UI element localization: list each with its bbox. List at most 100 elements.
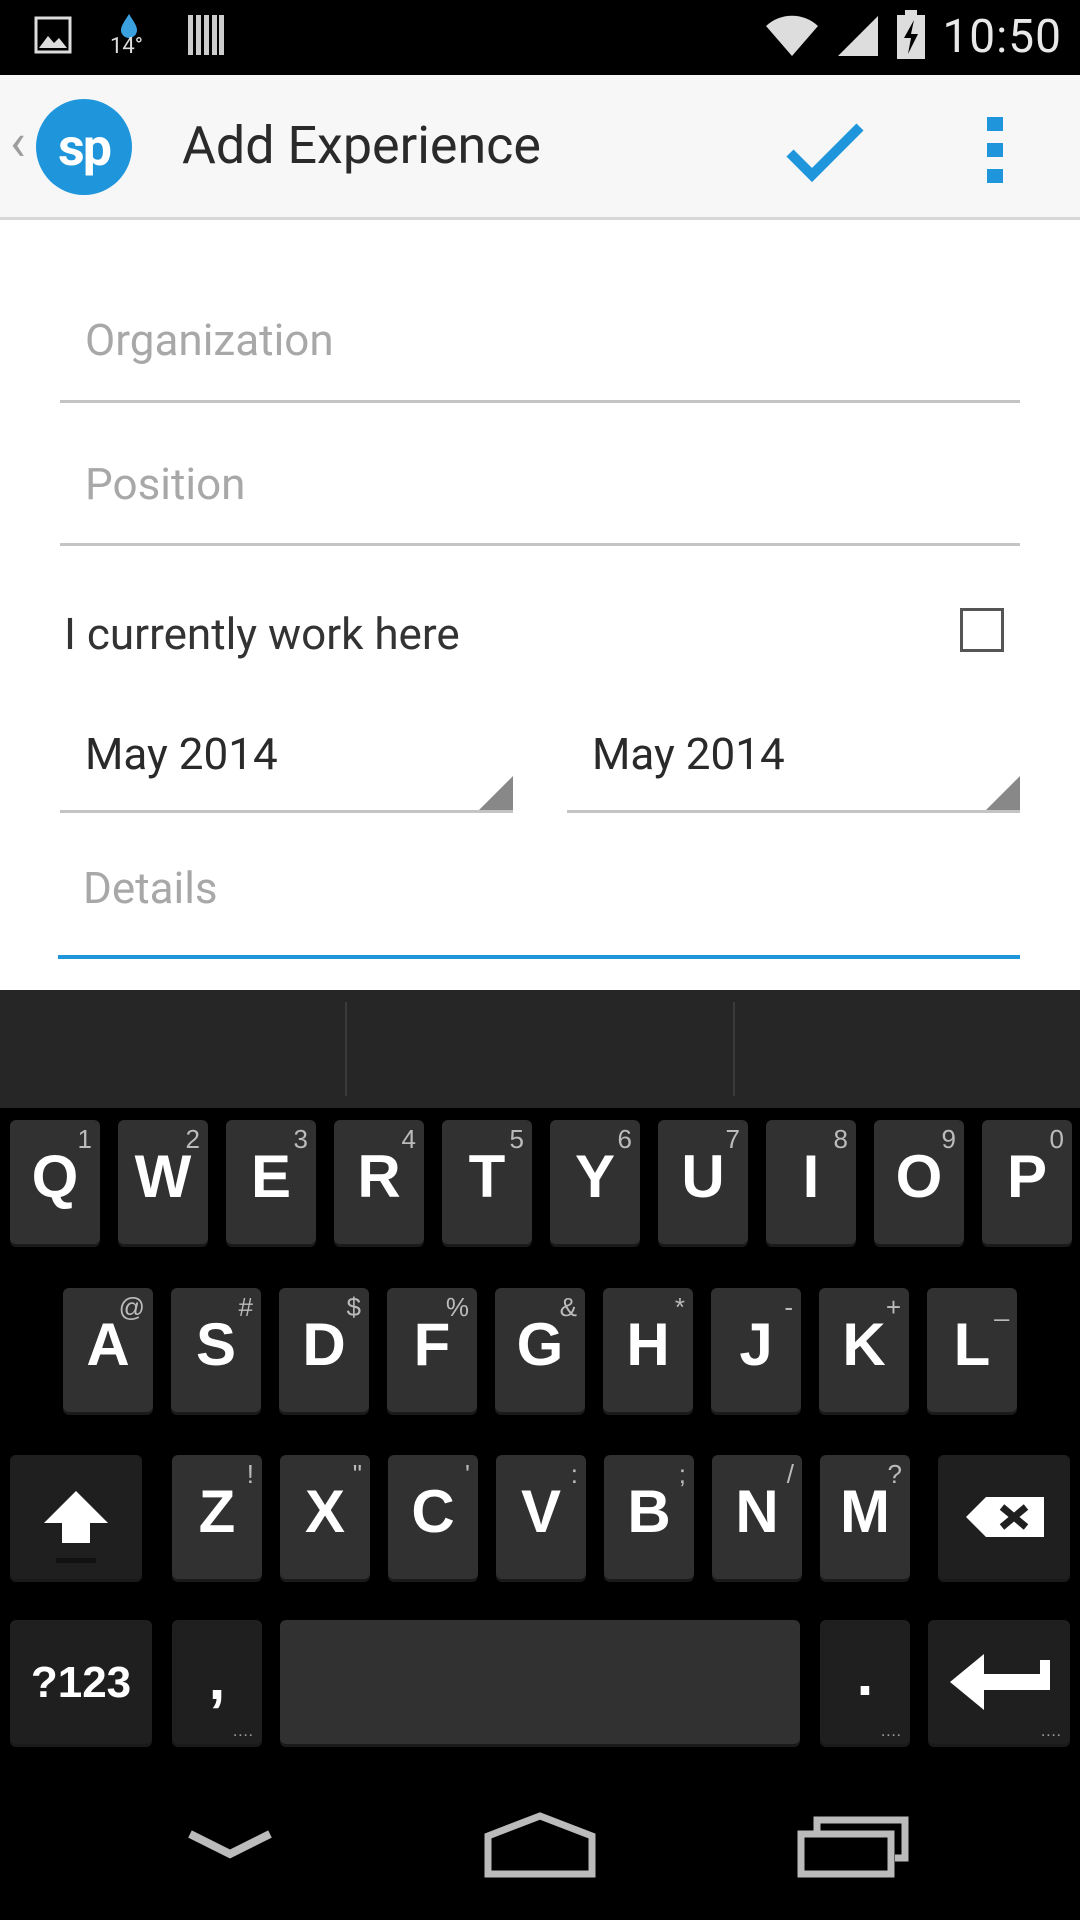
status-system: 10:50 [764,10,1062,64]
up-chevron-icon[interactable]: ‹ [10,117,26,169]
key-h[interactable]: * H [603,1288,693,1412]
backspace-icon [966,1497,1044,1537]
organization-field[interactable]: Organization [60,280,1020,403]
battery-charging-icon [896,10,926,64]
key-label: A [86,1311,130,1378]
overflow-menu-icon [987,117,1003,183]
back-button[interactable] [180,1820,280,1874]
key-label: F [413,1311,451,1378]
key-label: E [250,1143,292,1210]
key-v[interactable]: :V [496,1455,586,1579]
key-label: B [627,1478,671,1545]
position-input[interactable]: Position [85,458,245,510]
key-label: P [1006,1143,1048,1210]
recents-button[interactable] [795,1810,915,1884]
key-s[interactable]: # S [171,1288,261,1412]
app-logo[interactable]: sp [36,99,132,195]
dropdown-corner-icon [986,776,1020,810]
key-l[interactable]: _ L [927,1288,1017,1412]
recents-icon [797,1816,909,1878]
current-job-label: I currently work here [64,608,460,660]
status-notifications: 14° [34,12,226,62]
temperature-text: 14° [110,34,143,59]
key-label: I [802,1143,820,1210]
dropdown-corner-icon [479,776,513,810]
status-bar: 14° 10:50 [0,0,1080,75]
key-label: Q [31,1143,79,1210]
key-label: T [468,1143,506,1210]
key-w[interactable]: 2W [118,1120,208,1244]
key-label: N [735,1478,779,1545]
enter-key[interactable]: .... [928,1620,1070,1744]
key-label: M [840,1478,890,1545]
signal-icon [836,12,880,62]
save-button[interactable] [780,105,870,195]
key-label: H [626,1311,670,1378]
key-label: K [842,1311,886,1378]
key-m[interactable]: ? M [820,1455,910,1579]
overflow-menu-button[interactable] [975,115,1015,185]
key-label: O [895,1143,943,1210]
enter-key-more: .... [1041,1721,1062,1740]
key-label: D [302,1311,346,1378]
comma-key[interactable]: , .... [172,1620,262,1744]
organization-input[interactable]: Organization [85,314,334,366]
end-date-spinner[interactable]: May 2014 [567,720,1020,813]
key-j[interactable]: -J [711,1288,801,1412]
comma-key-more: .... [233,1721,254,1740]
key-f[interactable]: % F [387,1288,477,1412]
key-n[interactable]: / N [712,1455,802,1579]
key-g[interactable]: & G [495,1288,585,1412]
key-label: Z [198,1478,236,1545]
key-i[interactable]: 8I [766,1120,856,1244]
comma-key-label: , [208,1645,226,1712]
key-label: C [411,1478,455,1545]
key-c[interactable]: ' C [388,1455,478,1579]
key-label: J [739,1311,773,1378]
start-date-spinner[interactable]: May 2014 [60,720,513,813]
space-key[interactable] [280,1620,800,1744]
key-e[interactable]: 3E [226,1120,316,1244]
details-field[interactable]: Details [58,840,1020,959]
backspace-key[interactable] [938,1455,1070,1579]
key-label: G [516,1311,564,1378]
key-z[interactable]: ! Z [172,1455,262,1579]
check-icon [786,123,864,183]
home-button[interactable] [480,1810,600,1884]
key-k[interactable]: + K [819,1288,909,1412]
symbols-key[interactable]: ?123 [10,1620,152,1744]
page-title: Add Experience [182,115,541,176]
shift-icon [44,1491,108,1563]
period-key[interactable]: . .... [820,1620,910,1744]
soft-keyboard: 1Q2W3E4R5T6Y7U8I9O0P @ A # S $ D% F & G * H - J + K _ L … [0,990,1080,1760]
key-q[interactable]: 1Q [10,1120,100,1244]
key-r[interactable]: 4R [334,1120,424,1244]
home-icon [484,1812,596,1878]
key-label: R [357,1143,401,1210]
key-u[interactable]: 7U [658,1120,748,1244]
key-y[interactable]: 6Y [550,1120,640,1244]
barcode-icon [186,13,226,61]
current-job-checkbox[interactable] [960,608,1004,652]
key-label: V [520,1478,562,1545]
suggestion-divider [345,1002,347,1096]
suggestion-strip[interactable] [0,990,1080,1108]
end-date-value: May 2014 [592,728,785,780]
key-b[interactable]: ; B [604,1455,694,1579]
shift-key[interactable] [10,1455,142,1579]
symbols-key-label: ?123 [30,1658,132,1707]
details-input[interactable]: Details [83,862,218,914]
key-d[interactable]: $ D [279,1288,369,1412]
suggestion-divider [733,1002,735,1096]
key-x[interactable]: " X [280,1455,370,1579]
back-down-icon [188,1830,272,1859]
key-t[interactable]: 5T [442,1120,532,1244]
key-a[interactable]: @ A [63,1288,153,1412]
key-o[interactable]: 9O [874,1120,964,1244]
key-p[interactable]: 0P [982,1120,1072,1244]
key-label: U [681,1143,725,1210]
key-label: W [134,1143,192,1210]
position-field[interactable]: Position [60,428,1020,546]
key-label: X [304,1478,346,1545]
action-bar: ‹ sp Add Experience [0,75,1080,220]
